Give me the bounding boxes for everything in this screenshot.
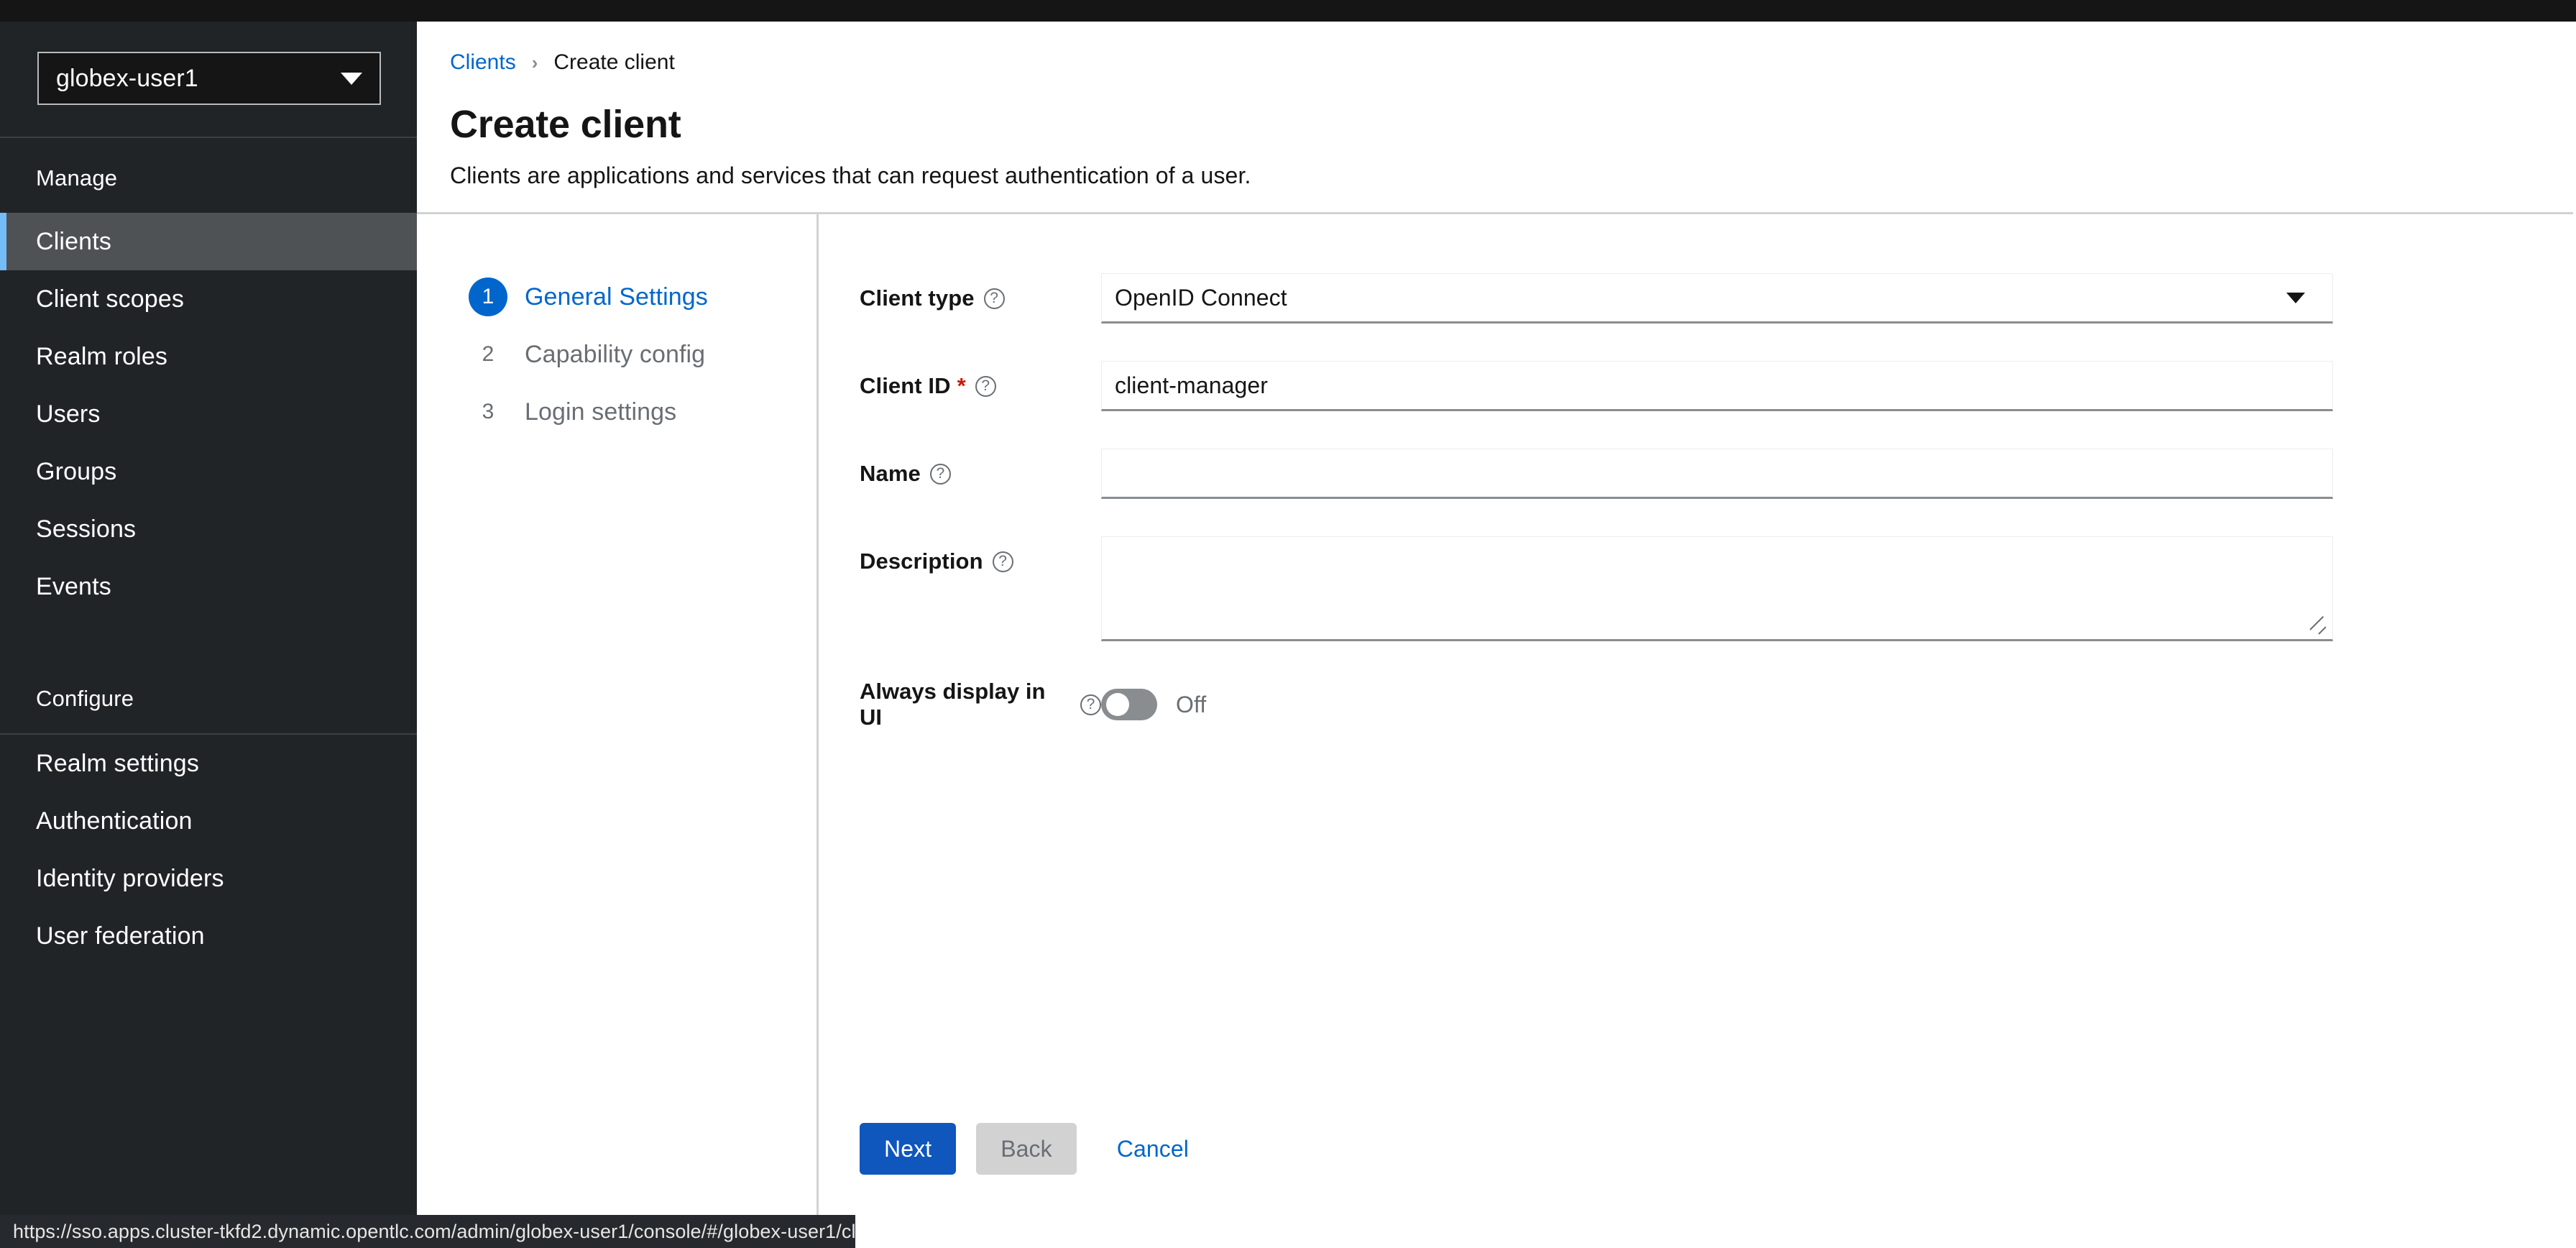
description-field[interactable] — [1101, 536, 2333, 641]
client-id-label-text: Client ID — [860, 373, 951, 398]
sidebar-item-label: Events — [36, 572, 111, 600]
realm-selector-value: globex-user1 — [56, 65, 198, 92]
sidebar-item-label: Identity providers — [36, 864, 224, 892]
always-display-toggle[interactable] — [1101, 689, 1157, 720]
wizard-step-capability-config[interactable]: 2 Capability config — [469, 326, 816, 383]
name-input[interactable] — [1102, 449, 2332, 497]
client-type-select-toggle[interactable]: OpenID Connect — [1102, 274, 2332, 321]
sidebar-item-label: Sessions — [36, 515, 137, 543]
wizard-step-login-settings[interactable]: 3 Login settings — [469, 383, 816, 441]
sidebar-item-realm-settings[interactable]: Realm settings — [0, 735, 417, 792]
wizard-form-panel: Client type ? OpenID Connect Client ID *… — [816, 214, 2576, 1226]
sidebar-item-events[interactable]: Events — [0, 558, 417, 615]
page-header: Clients › Create client Create client Cl… — [417, 22, 2576, 212]
client-type-label: Client type ? — [860, 273, 1101, 311]
chevron-down-icon — [341, 72, 362, 85]
sidebar-item-label: Realm settings — [36, 749, 199, 777]
sidebar: globex-user1 Manage Clients Client scope… — [0, 22, 417, 1226]
form-row-client-id: Client ID * ? — [860, 361, 2576, 411]
client-type-selected-value: OpenID Connect — [1115, 284, 1287, 311]
app-root: globex-user1 Manage Clients Client scope… — [0, 0, 2576, 1248]
wizard-footer: Next Back Cancel — [860, 1123, 1209, 1175]
always-display-label: Always display in UI ? — [860, 679, 1101, 730]
page-subtitle: Clients are applications and services th… — [450, 162, 1251, 188]
wizard-step-label: Capability config — [525, 340, 706, 368]
sidebar-item-users[interactable]: Users — [0, 385, 417, 443]
wizard-step-label: General Settings — [525, 283, 708, 311]
sidebar-item-label: Clients — [36, 227, 111, 255]
wizard-step-general-settings[interactable]: 1 General Settings — [469, 268, 816, 326]
form-row-client-type: Client type ? OpenID Connect — [860, 273, 2576, 324]
breadcrumb-link-clients[interactable]: Clients — [450, 50, 516, 75]
sidebar-item-label: User federation — [36, 922, 205, 950]
viewport-right-edge — [2573, 22, 2576, 1226]
sidebar-item-sessions[interactable]: Sessions — [0, 500, 417, 558]
realm-selector[interactable]: globex-user1 — [37, 52, 381, 105]
browser-status-bar: https://sso.apps.cluster-tkfd2.dynamic.o… — [0, 1215, 855, 1248]
wizard-step-number: 2 — [482, 342, 494, 366]
wizard-step-number: 3 — [482, 400, 494, 423]
name-label-text: Name — [860, 461, 921, 486]
help-circle-icon[interactable]: ? — [975, 375, 996, 397]
name-field[interactable] — [1101, 449, 2333, 499]
next-button[interactable]: Next — [860, 1123, 957, 1175]
form-row-description: Description ? — [860, 536, 2576, 641]
breadcrumb-current: Create client — [553, 50, 675, 74]
sidebar-section-configure-title: Configure — [36, 686, 134, 711]
sidebar-item-identity-providers[interactable]: Identity providers — [0, 850, 417, 907]
client-id-field[interactable] — [1101, 361, 2333, 411]
help-circle-icon[interactable]: ? — [929, 463, 951, 485]
always-display-state: Off — [1176, 691, 1207, 717]
sidebar-item-clients[interactable]: Clients — [0, 213, 417, 270]
caret-down-icon — [2286, 292, 2305, 303]
client-type-label-text: Client type — [860, 285, 975, 311]
sidebar-section-manage-title: Manage — [36, 165, 118, 191]
back-button: Back — [976, 1123, 1077, 1175]
breadcrumb-separator-icon: › — [531, 51, 538, 73]
sidebar-item-client-scopes[interactable]: Client scopes — [0, 270, 417, 328]
description-textarea[interactable] — [1102, 537, 2332, 639]
sidebar-item-label: Users — [36, 400, 101, 428]
wizard-step-number: 1 — [469, 277, 507, 316]
help-circle-icon[interactable]: ? — [1080, 694, 1101, 715]
form-row-always-display: Always display in UI ? Off — [860, 679, 2576, 730]
realm-selector-wrapper: globex-user1 — [0, 22, 417, 137]
main-content: Clients › Create client Create client Cl… — [417, 22, 2576, 1226]
always-display-label-text: Always display in UI — [860, 679, 1046, 730]
sidebar-item-label: Groups — [36, 457, 117, 485]
sidebar-item-label: Realm roles — [36, 342, 168, 370]
name-label: Name ? — [860, 449, 1101, 487]
help-circle-icon[interactable]: ? — [992, 551, 1013, 572]
browser-top-bar — [0, 0, 2576, 22]
required-marker: * — [957, 373, 966, 398]
toggle-knob — [1106, 693, 1129, 716]
sidebar-item-realm-roles[interactable]: Realm roles — [0, 328, 417, 385]
wizard-step-nav: 1 General Settings 2 Capability config 3… — [417, 214, 816, 1226]
sidebar-item-authentication[interactable]: Authentication — [0, 792, 417, 850]
breadcrumb: Clients › Create client — [450, 50, 2576, 75]
description-label-text: Description — [860, 549, 983, 574]
client-id-input[interactable] — [1102, 362, 2332, 409]
description-label: Description ? — [860, 536, 1101, 574]
sidebar-item-label: Client scopes — [36, 285, 185, 313]
sidebar-item-user-federation[interactable]: User federation — [0, 907, 417, 965]
page-title: Create client — [450, 103, 681, 146]
client-id-label: Client ID * ? — [860, 361, 1101, 399]
cancel-button[interactable]: Cancel — [1097, 1123, 1209, 1175]
sidebar-item-label: Authentication — [36, 807, 193, 835]
help-circle-icon[interactable]: ? — [983, 288, 1005, 309]
form-row-name: Name ? — [860, 449, 2576, 499]
client-type-select[interactable]: OpenID Connect — [1101, 273, 2333, 324]
create-client-wizard: 1 General Settings 2 Capability config 3… — [417, 214, 2576, 1226]
sidebar-item-groups[interactable]: Groups — [0, 443, 417, 500]
wizard-step-label: Login settings — [525, 398, 677, 426]
